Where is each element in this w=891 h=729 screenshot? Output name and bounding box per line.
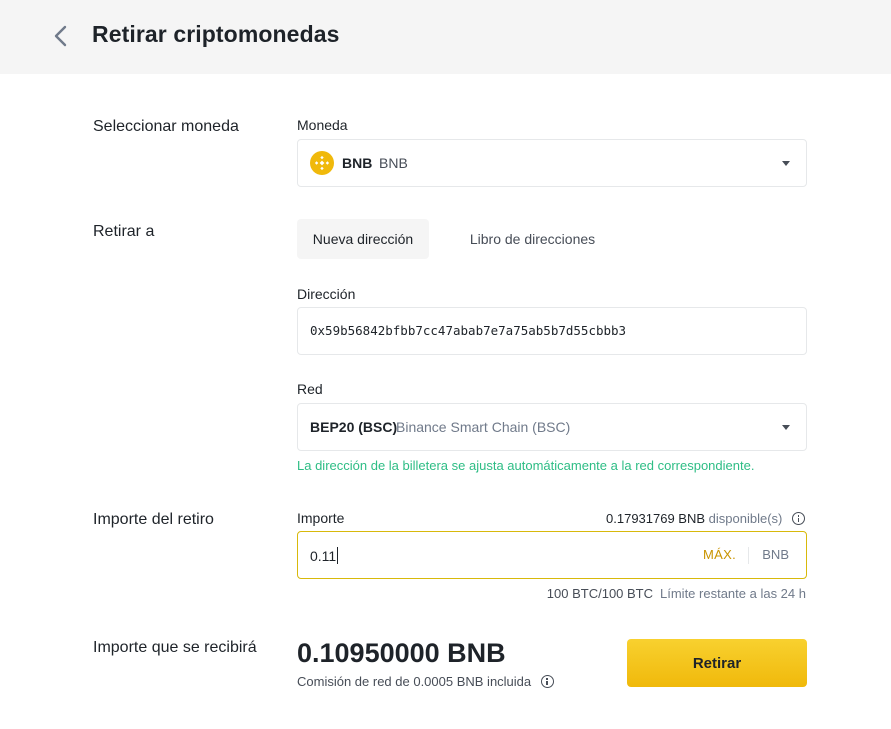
address-value: 0x59b56842bfbb7cc47abab7e7a75ab5b7d55cbb…	[310, 323, 627, 338]
fee-note: Comisión de red de 0.0005 BNB incluida	[297, 674, 554, 689]
max-button[interactable]: MÁX.	[703, 547, 736, 562]
withdraw-limits: 100 BTC/100 BTC Límite restante a las 24 …	[547, 586, 806, 601]
coin-field-label: Moneda	[297, 117, 348, 133]
limit-label: Límite restante a las 24 h	[660, 586, 806, 601]
available-balance: 0.17931769 BNB disponible(s)	[606, 511, 805, 526]
chevron-down-icon	[782, 425, 790, 430]
withdraw-to-label: Retirar a	[93, 223, 155, 240]
network-select[interactable]: BEP20 (BSC) Binance Smart Chain (BSC)	[297, 403, 807, 451]
limit-value: 100 BTC/100 BTC	[546, 586, 654, 601]
withdraw-amount-label: Importe del retiro	[93, 511, 214, 528]
coin-select[interactable]: BNB BNB	[297, 139, 807, 187]
back-arrow-icon[interactable]	[48, 22, 74, 50]
available-value: 0.17931769 BNB	[606, 511, 706, 526]
tab-new-address[interactable]: Nueva dirección	[297, 219, 429, 259]
info-icon[interactable]	[792, 512, 805, 525]
address-input[interactable]: 0x59b56842bfbb7cc47abab7e7a75ab5b7d55cbb…	[297, 307, 807, 355]
coin-symbol: BNB	[342, 155, 373, 171]
amount-text: 0.11	[310, 548, 337, 564]
bnb-coin-icon	[310, 151, 334, 175]
chevron-down-icon	[782, 161, 790, 166]
address-field-label: Dirección	[297, 286, 356, 302]
select-coin-label: Seleccionar moneda	[93, 118, 239, 135]
amount-unit: BNB	[762, 547, 789, 562]
divider	[748, 547, 749, 564]
receive-amount-label: Importe que se recibirá	[93, 639, 257, 656]
coin-name: BNB	[379, 155, 408, 171]
text-cursor	[337, 547, 339, 564]
network-code: BEP20 (BSC)	[310, 419, 398, 435]
page-title: Retirar criptomonedas	[92, 21, 340, 47]
network-hint: La dirección de la billetera se ajusta a…	[297, 458, 755, 473]
network-name: Binance Smart Chain (BSC)	[396, 419, 571, 435]
fee-note-text: Comisión de red de 0.0005 BNB incluida	[297, 674, 532, 689]
withdraw-button[interactable]: Retirar	[627, 639, 807, 687]
amount-input[interactable]: 0.11 MÁX. BNB	[297, 531, 807, 579]
tab-address-book[interactable]: Libro de direcciones	[450, 219, 615, 259]
amount-input-value: 0.11	[310, 547, 339, 564]
amount-field-label: Importe	[297, 510, 345, 526]
receive-amount-value: 0.10950000 BNB	[297, 638, 506, 668]
page-header: Retirar criptomonedas	[0, 0, 891, 74]
network-field-label: Red	[297, 381, 323, 397]
available-label: disponible(s)	[708, 511, 783, 526]
info-icon[interactable]	[540, 675, 554, 688]
